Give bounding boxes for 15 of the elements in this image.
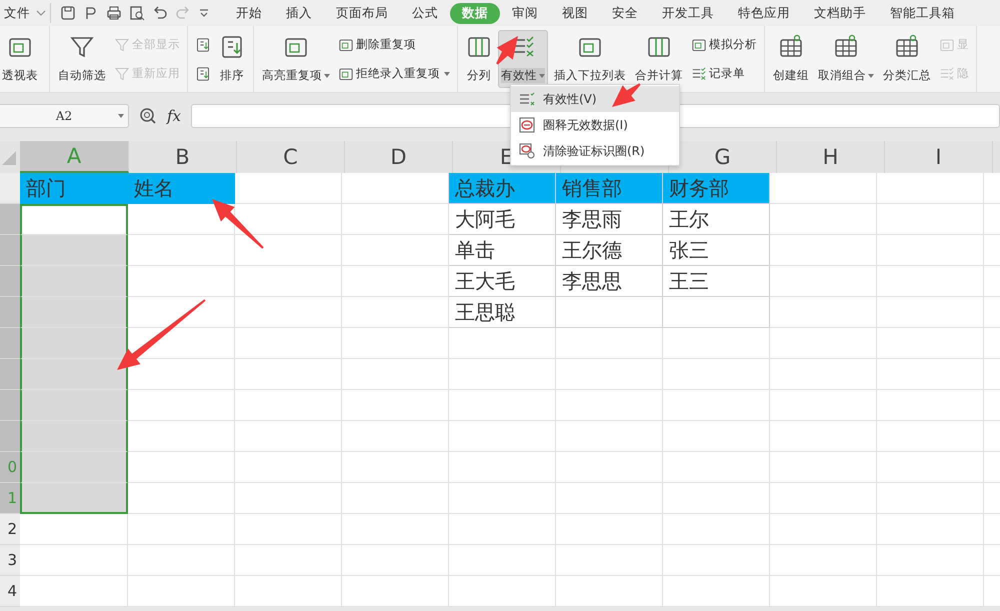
table-cell: 李思思 (556, 266, 663, 297)
table-cell: 王尔德 (556, 235, 663, 266)
table-cell: 总裁办 (449, 173, 556, 204)
table-cell: 大阿毛 (449, 204, 556, 235)
table-cell: 财务部 (663, 173, 770, 204)
table-cell: 张三 (663, 235, 770, 266)
table-cell: 王大毛 (449, 266, 556, 297)
table-cell: 销售部 (556, 173, 663, 204)
table-cell: 王思聪 (449, 297, 556, 328)
table-cell: 王三 (663, 266, 770, 297)
table-cell: 李思雨 (556, 204, 663, 235)
table-cell: 单击 (449, 235, 556, 266)
table-cell: 姓名 (128, 173, 235, 204)
table-cell: 王尔 (663, 204, 770, 235)
table-cell: 部门 (20, 173, 128, 204)
